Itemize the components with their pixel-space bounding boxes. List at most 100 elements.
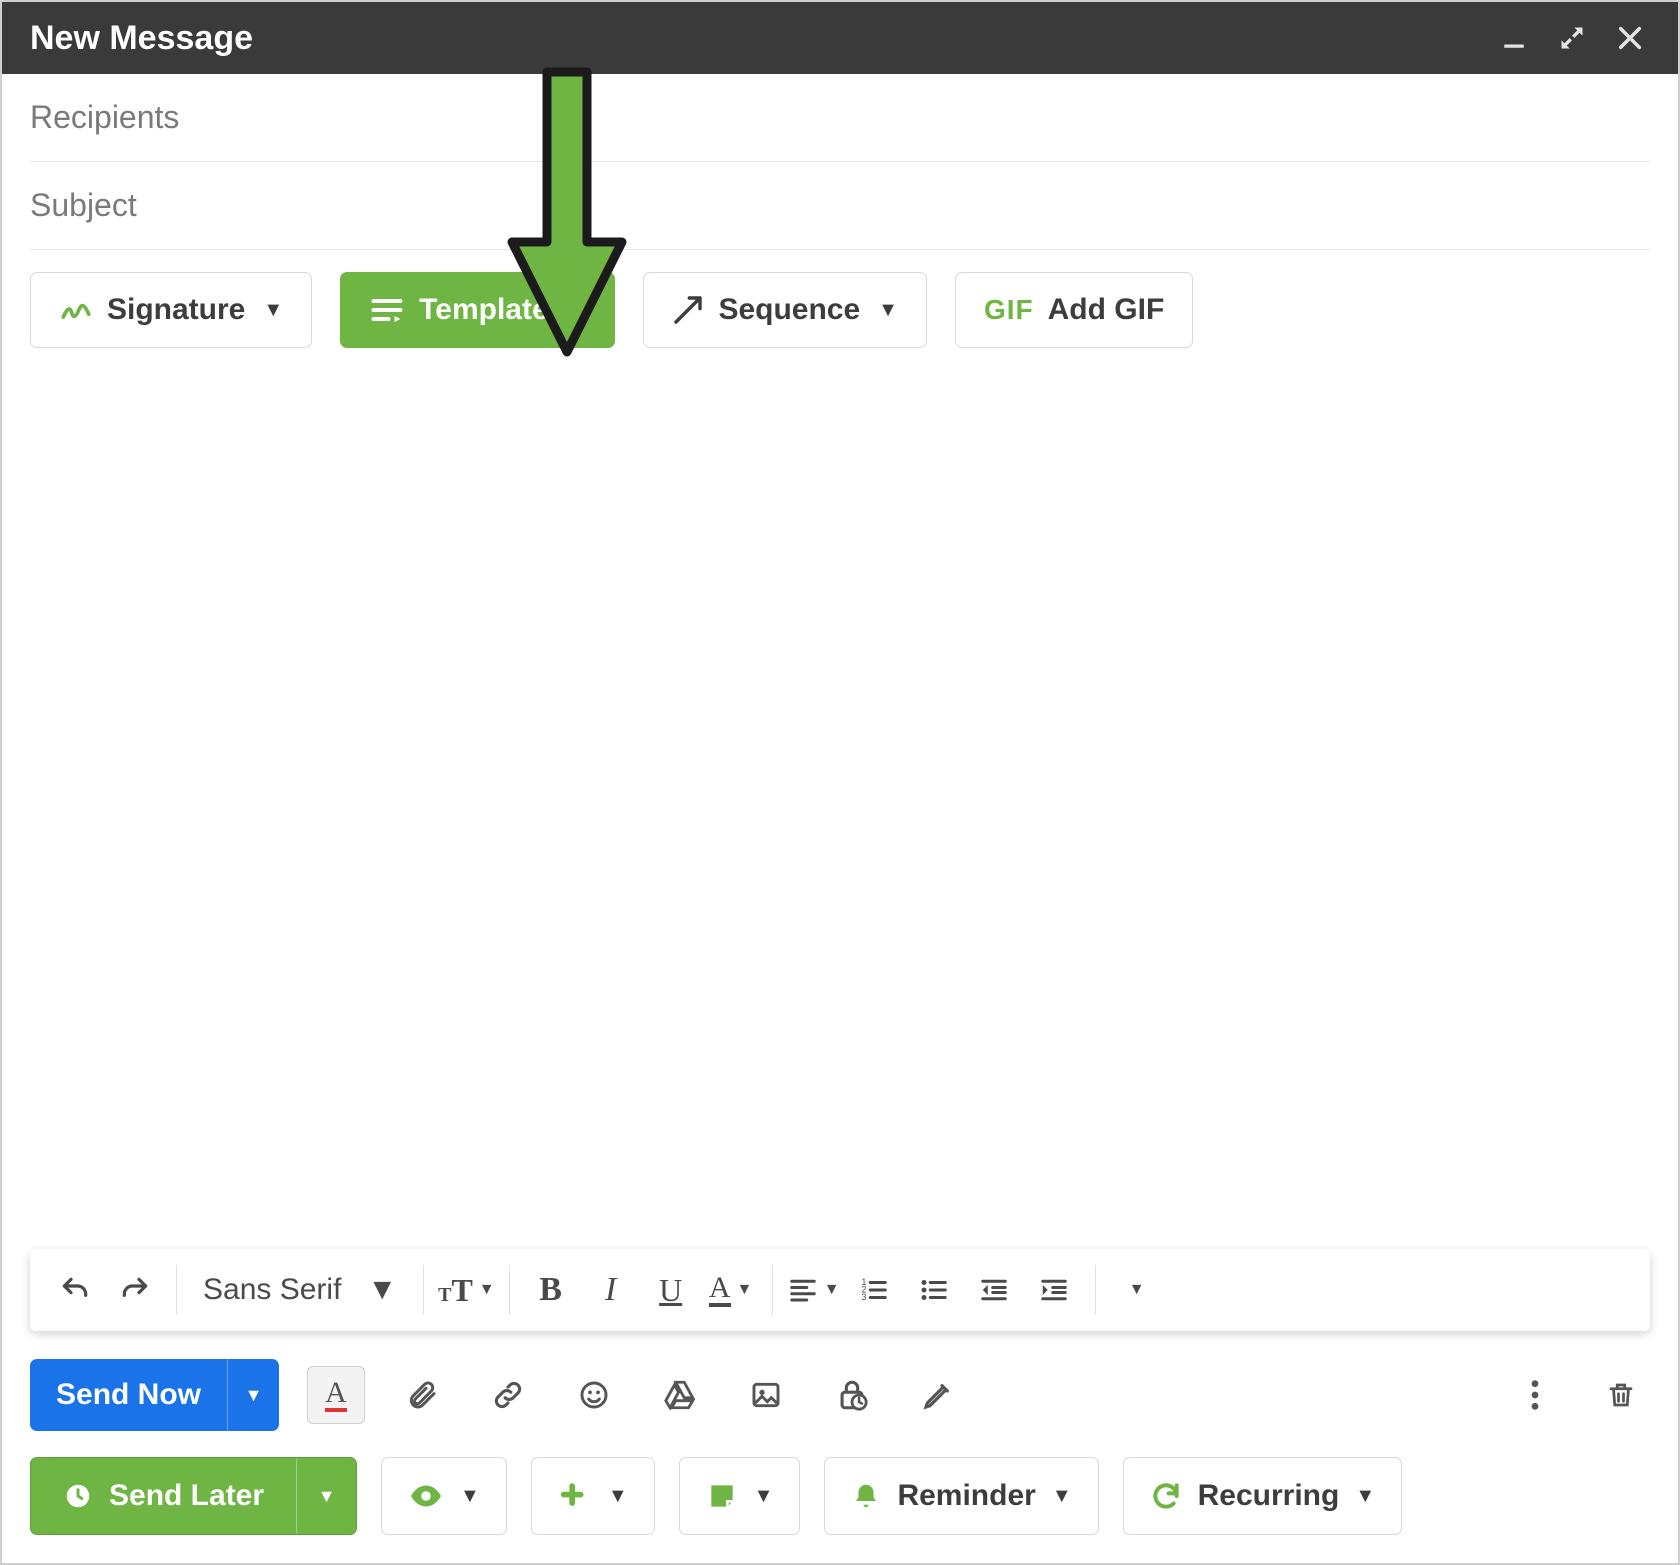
indent-more-button[interactable] bbox=[1027, 1263, 1081, 1317]
font-family-select[interactable]: Sans Serif ▼ bbox=[191, 1273, 409, 1307]
chevron-down-icon: ▼ bbox=[878, 299, 898, 322]
reminder-label: Reminder bbox=[897, 1479, 1035, 1513]
compose-window: New Message Recipients Subject bbox=[0, 0, 1680, 1565]
add-gif-label: Add GIF bbox=[1048, 293, 1165, 327]
pen-icon bbox=[922, 1379, 954, 1411]
insert-photo-button[interactable] bbox=[737, 1366, 795, 1424]
minimize-button[interactable] bbox=[1494, 18, 1534, 58]
bold-button[interactable]: B bbox=[524, 1263, 578, 1317]
subject-field[interactable]: Subject bbox=[30, 162, 1650, 250]
chevron-down-icon: ▼ bbox=[1355, 1485, 1375, 1508]
add-gif-button[interactable]: GIF Add GIF bbox=[955, 272, 1193, 348]
indent-decrease-icon bbox=[979, 1275, 1009, 1305]
titlebar: New Message bbox=[2, 2, 1678, 74]
schedule-row: Send Later ▼ ▼ ▼ ▼ Reminder ▼ Recurring … bbox=[2, 1457, 1678, 1563]
bell-icon bbox=[851, 1481, 881, 1511]
signature-icon bbox=[59, 293, 93, 327]
reminder-button[interactable]: Reminder ▼ bbox=[824, 1457, 1098, 1535]
insert-emoji-button[interactable] bbox=[565, 1366, 623, 1424]
text-color-button[interactable]: A ▼ bbox=[704, 1263, 758, 1317]
close-button[interactable] bbox=[1610, 18, 1650, 58]
chevron-down-icon: ▼ bbox=[479, 1281, 495, 1299]
bulleted-list-button[interactable] bbox=[907, 1263, 961, 1317]
drive-icon bbox=[663, 1378, 697, 1412]
insert-drive-button[interactable] bbox=[651, 1366, 709, 1424]
recurring-icon bbox=[1150, 1480, 1182, 1512]
chevron-down-icon: ▼ bbox=[263, 299, 283, 322]
indent-less-button[interactable] bbox=[967, 1263, 1021, 1317]
close-icon bbox=[1616, 24, 1644, 52]
send-later-button[interactable]: Send Later ▼ bbox=[30, 1457, 357, 1535]
font-size-button[interactable]: TT ▼ bbox=[438, 1263, 495, 1317]
lock-clock-icon bbox=[835, 1378, 869, 1412]
gif-icon: GIF bbox=[984, 294, 1034, 326]
align-button[interactable]: ▼ bbox=[787, 1263, 841, 1317]
minimize-icon bbox=[1501, 25, 1527, 51]
send-later-label: Send Later bbox=[109, 1479, 264, 1513]
note-icon bbox=[706, 1480, 738, 1512]
send-now-split[interactable]: ▼ bbox=[227, 1359, 279, 1431]
more-formatting-button[interactable]: ▼ bbox=[1110, 1263, 1164, 1317]
font-size-icon: TT bbox=[438, 1272, 473, 1309]
recurring-button[interactable]: Recurring ▼ bbox=[1123, 1457, 1403, 1535]
paperclip-icon bbox=[406, 1379, 438, 1411]
insert-toolbar: Signature ▼ Template ▼ Sequence ▼ GIF Ad… bbox=[2, 250, 1678, 348]
send-now-label: Send Now bbox=[56, 1378, 201, 1412]
template-label: Template bbox=[419, 293, 548, 327]
tracking-button[interactable]: ▼ bbox=[381, 1457, 507, 1535]
subject-label: Subject bbox=[30, 187, 137, 224]
message-body[interactable] bbox=[2, 348, 1678, 1249]
emoji-icon bbox=[578, 1379, 610, 1411]
notes-button[interactable]: ▼ bbox=[679, 1457, 801, 1535]
fullscreen-button[interactable] bbox=[1552, 18, 1592, 58]
text-style-button[interactable]: A bbox=[307, 1366, 365, 1424]
attach-button[interactable] bbox=[393, 1366, 451, 1424]
template-button[interactable]: Template ▼ bbox=[340, 272, 615, 348]
link-icon bbox=[491, 1378, 525, 1412]
send-now-button[interactable]: Send Now ▼ bbox=[30, 1359, 279, 1431]
signature-button[interactable]: Signature ▼ bbox=[30, 272, 312, 348]
chevron-down-icon: ▼ bbox=[1052, 1485, 1072, 1508]
undo-icon bbox=[59, 1274, 91, 1306]
chevron-down-icon: ▼ bbox=[367, 1273, 397, 1307]
chevron-down-icon: ▼ bbox=[245, 1385, 263, 1406]
align-left-icon bbox=[788, 1275, 818, 1305]
chevron-down-icon: ▼ bbox=[460, 1485, 480, 1508]
undo-button[interactable] bbox=[48, 1263, 102, 1317]
formatting-toolbar: Sans Serif ▼ TT ▼ B I U A ▼ ▼ 123 bbox=[30, 1249, 1650, 1331]
discard-draft-button[interactable] bbox=[1592, 1366, 1650, 1424]
font-family-label: Sans Serif bbox=[203, 1273, 341, 1307]
signature-label: Signature bbox=[107, 293, 245, 327]
insert-signature-button[interactable] bbox=[909, 1366, 967, 1424]
chevron-down-icon: ▼ bbox=[824, 1281, 840, 1299]
confidential-mode-button[interactable] bbox=[823, 1366, 881, 1424]
chevron-down-icon: ▼ bbox=[608, 1485, 628, 1508]
extension-button[interactable]: ▼ bbox=[531, 1457, 655, 1535]
redo-button[interactable] bbox=[108, 1263, 162, 1317]
recurring-label: Recurring bbox=[1198, 1479, 1340, 1513]
image-icon bbox=[750, 1379, 782, 1411]
recipients-field[interactable]: Recipients bbox=[30, 74, 1650, 162]
bulleted-list-icon bbox=[919, 1275, 949, 1305]
insert-link-button[interactable] bbox=[479, 1366, 537, 1424]
header-fields: Recipients Subject bbox=[2, 74, 1678, 250]
chevron-down-icon: ▼ bbox=[567, 299, 587, 322]
numbered-list-button[interactable]: 123 bbox=[847, 1263, 901, 1317]
puzzle-icon bbox=[558, 1479, 592, 1513]
more-options-button[interactable] bbox=[1506, 1366, 1564, 1424]
numbered-list-icon: 123 bbox=[859, 1275, 889, 1305]
send-row: Send Now ▼ A bbox=[2, 1359, 1678, 1457]
window-title: New Message bbox=[30, 19, 253, 58]
chevron-down-icon: ▼ bbox=[318, 1486, 336, 1507]
template-icon bbox=[369, 292, 405, 328]
italic-button[interactable]: I bbox=[584, 1263, 638, 1317]
recipients-label: Recipients bbox=[30, 99, 179, 136]
underline-button[interactable]: U bbox=[644, 1263, 698, 1317]
send-later-split[interactable]: ▼ bbox=[296, 1458, 356, 1534]
clock-icon bbox=[63, 1481, 93, 1511]
expand-icon bbox=[1558, 24, 1586, 52]
text-style-icon: A bbox=[325, 1378, 347, 1412]
sequence-button[interactable]: Sequence ▼ bbox=[643, 272, 927, 348]
text-color-icon: A bbox=[709, 1273, 731, 1307]
redo-icon bbox=[119, 1274, 151, 1306]
